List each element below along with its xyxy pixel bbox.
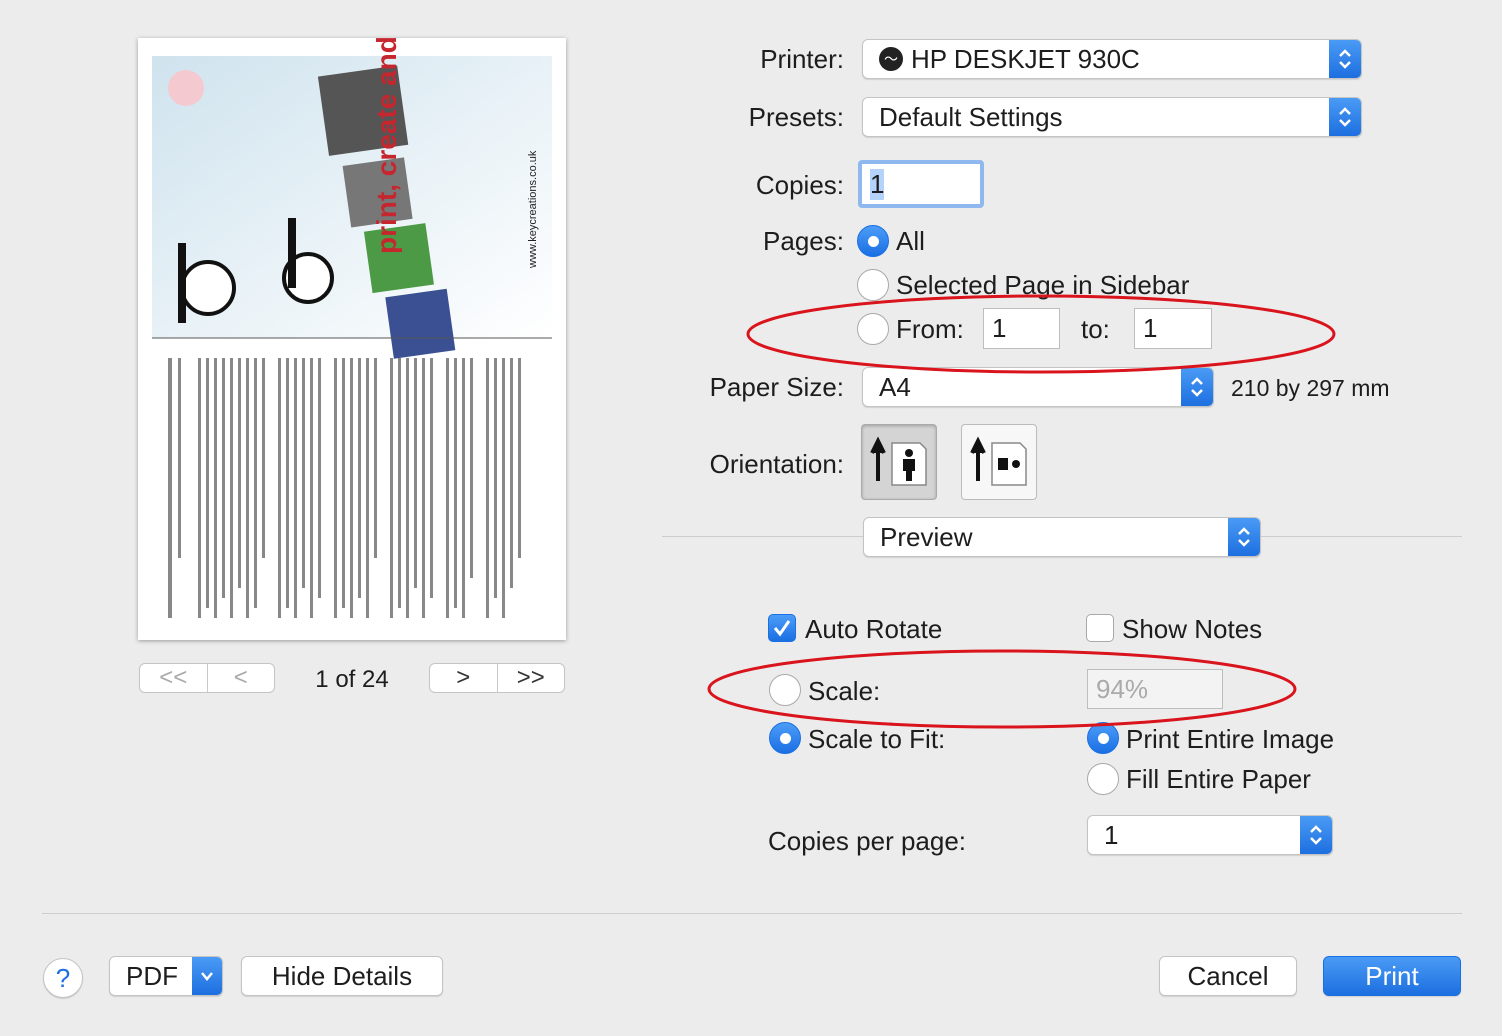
pages-all-radio[interactable] xyxy=(857,225,889,257)
previous-page-button[interactable]: < xyxy=(206,664,275,692)
orientation-label: Orientation: xyxy=(709,449,844,479)
chevron-updown-icon xyxy=(1181,368,1213,406)
presets-label: Presets: xyxy=(748,102,844,132)
copies-per-page-label: Copies per page: xyxy=(768,826,967,856)
page-indicator: 1 of 24 xyxy=(315,666,389,693)
fill-entire-paper-label: Fill Entire Paper xyxy=(1126,764,1311,794)
preview-tagline: print, create and play xyxy=(371,38,402,254)
printer-status-icon: 〜 xyxy=(879,47,903,71)
print-preview-page: print, create and play www.keycreations.… xyxy=(138,38,566,640)
copies-per-page-popup[interactable]: 1 xyxy=(1087,815,1333,855)
pages-from-field[interactable]: 1 xyxy=(983,308,1060,349)
auto-rotate-label: Auto Rotate xyxy=(805,614,943,644)
pager-back-group: << < xyxy=(139,663,275,693)
copies-per-page-value: 1 xyxy=(1104,819,1119,850)
landscape-orientation-button[interactable] xyxy=(961,424,1037,500)
copies-label: Copies: xyxy=(755,170,844,200)
print-entire-image-radio[interactable] xyxy=(1087,722,1119,754)
show-notes-checkbox[interactable] xyxy=(1086,614,1114,642)
chevron-updown-icon xyxy=(1300,816,1332,854)
first-page-button[interactable]: << xyxy=(140,664,207,692)
pdf-menu-button[interactable]: PDF xyxy=(109,956,223,996)
landscape-icon xyxy=(970,436,1027,486)
pages-from-label: From: xyxy=(896,314,964,344)
pages-to-label: to: xyxy=(1081,314,1110,344)
show-notes-label: Show Notes xyxy=(1122,614,1263,644)
printer-value: HP DESKJET 930C xyxy=(911,43,1140,74)
printer-popup[interactable]: 〜 HP DESKJET 930C xyxy=(862,39,1362,79)
hide-details-button[interactable]: Hide Details xyxy=(241,956,443,996)
section-popup[interactable]: Preview xyxy=(863,517,1261,557)
copies-value: 1 xyxy=(870,168,885,200)
next-page-button[interactable]: > xyxy=(430,664,497,692)
help-button[interactable]: ? xyxy=(43,958,83,998)
chevron-down-icon xyxy=(192,957,222,995)
pages-to-value: 1 xyxy=(1143,313,1158,343)
chevron-updown-icon xyxy=(1329,40,1361,78)
scale-to-fit-radio[interactable] xyxy=(769,722,801,754)
fill-entire-paper-radio[interactable] xyxy=(1087,763,1119,795)
scale-field[interactable]: 94% xyxy=(1087,669,1223,709)
last-page-button[interactable]: >> xyxy=(496,664,565,692)
scale-label: Scale: xyxy=(808,676,881,706)
paper-size-value: A4 xyxy=(879,371,911,402)
section-popup-value: Preview xyxy=(880,521,973,552)
scale-radio[interactable] xyxy=(769,674,801,706)
chevron-updown-icon xyxy=(1329,98,1361,136)
pages-from-value: 1 xyxy=(992,313,1007,343)
presets-popup[interactable]: Default Settings xyxy=(862,97,1362,137)
chevron-updown-icon xyxy=(1228,518,1260,556)
scale-value: 94% xyxy=(1096,673,1149,704)
portrait-icon xyxy=(870,436,927,486)
paper-size-label: Paper Size: xyxy=(709,372,844,402)
copies-field[interactable]: 1 xyxy=(858,160,984,208)
pages-selected-label: Selected Page in Sidebar xyxy=(896,270,1190,300)
pages-all-label: All xyxy=(896,226,925,256)
pages-label: Pages: xyxy=(763,226,844,256)
cancel-button[interactable]: Cancel xyxy=(1159,956,1297,996)
pdf-label: PDF xyxy=(126,960,178,991)
checkmark-icon xyxy=(773,620,791,637)
pager-forward-group: > >> xyxy=(429,663,565,693)
footer-divider xyxy=(42,913,1462,914)
presets-value: Default Settings xyxy=(879,101,1063,132)
pages-selected-radio[interactable] xyxy=(857,269,889,301)
print-button[interactable]: Print xyxy=(1323,956,1461,996)
paper-dimensions: 210 by 297 mm xyxy=(1231,375,1390,401)
preview-document-image: print, create and play www.keycreations.… xyxy=(152,38,552,618)
pages-to-field[interactable]: 1 xyxy=(1134,308,1212,349)
portrait-orientation-button[interactable] xyxy=(861,424,937,500)
printer-label: Printer: xyxy=(760,44,844,74)
paper-size-popup[interactable]: A4 xyxy=(862,367,1214,407)
auto-rotate-checkbox[interactable] xyxy=(768,614,796,642)
print-entire-image-label: Print Entire Image xyxy=(1126,724,1335,754)
pages-range-radio[interactable] xyxy=(857,313,889,345)
preview-url: www.keycreations.co.uk xyxy=(527,150,539,269)
scale-to-fit-label: Scale to Fit: xyxy=(808,724,946,754)
